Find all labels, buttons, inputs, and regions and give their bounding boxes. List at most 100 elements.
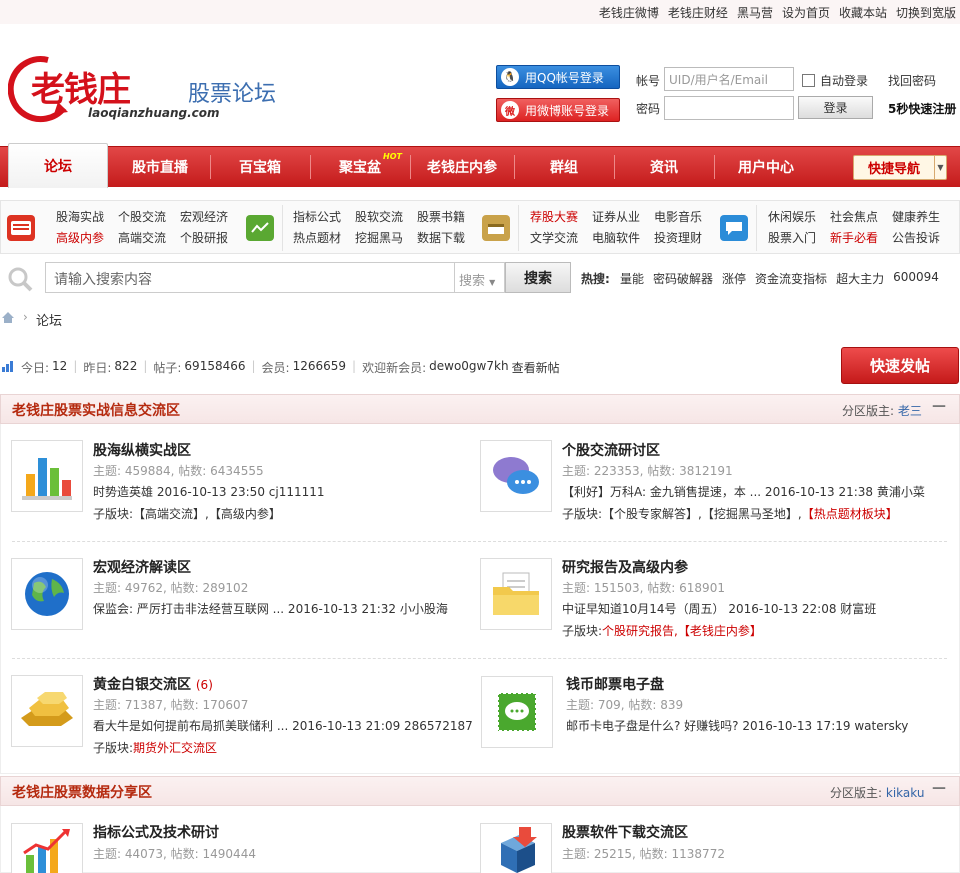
top-link-wide[interactable]: 切换到宽版 xyxy=(896,4,956,21)
sub-link[interactable]: 电脑软件 xyxy=(592,229,640,246)
sub-link[interactable]: 休闲娱乐 xyxy=(768,208,816,225)
forum-name[interactable]: 指标公式及技术研讨 xyxy=(93,825,219,841)
sub-link[interactable]: 新手必看 xyxy=(830,229,878,246)
sub-link[interactable]: 电影音乐 xyxy=(654,208,702,225)
moderator-link[interactable]: 老三 xyxy=(898,404,922,418)
find-password-link[interactable]: 找回密码 xyxy=(888,72,936,89)
forum-last-post[interactable]: 中证早知道10月14号（周五） 2016-10-13 22:08 财富班 xyxy=(562,600,876,617)
home-icon[interactable] xyxy=(1,311,15,324)
forum-last-post[interactable]: 保监会: 严厉打击非法经营互联网 ... 2016-10-13 21:32 小小… xyxy=(93,600,448,617)
view-new-posts-link[interactable]: 查看新帖 xyxy=(512,359,560,376)
nav-news[interactable]: 资讯 xyxy=(616,147,712,187)
quick-post-button[interactable]: 快速发帖 xyxy=(841,347,959,384)
login-button[interactable]: 登录 xyxy=(798,96,873,119)
sub-link[interactable]: 荐股大赛 xyxy=(530,208,578,225)
forum-last-post[interactable]: 时势造英雄 2016-10-13 23:50 cj111111 xyxy=(93,483,325,500)
sub-link[interactable]: 数据下载 xyxy=(417,229,465,246)
collapse-icon[interactable]: — xyxy=(932,399,946,415)
top-link-finance[interactable]: 老钱庄财经 xyxy=(668,4,728,21)
sub-link[interactable]: 社会焦点 xyxy=(830,208,878,225)
subforum-links[interactable]: 【个股专家解答】,【挖掘黑马圣地】, xyxy=(602,507,802,521)
forum-last-post[interactable]: 邮币卡电子盘是什么? 好赚钱吗? 2016-10-13 17:19 waters… xyxy=(566,717,908,734)
forum-name[interactable]: 研究报告及高级内参 xyxy=(562,560,688,576)
hot-search-link[interactable]: 600094 xyxy=(893,270,939,287)
hot-search-link[interactable]: 资金流变指标 xyxy=(755,270,827,287)
quick-nav-dropdown[interactable]: 快捷导航 ▼ xyxy=(853,155,947,180)
moderator-link[interactable]: kikaku xyxy=(886,786,925,800)
forum-name[interactable]: 黄金白银交流区 xyxy=(93,677,191,693)
nav-live[interactable]: 股市直播 xyxy=(112,147,208,187)
top-link-set-home[interactable]: 设为首页 xyxy=(782,4,830,21)
section-title[interactable]: 老钱庄股票实战信息交流区 xyxy=(12,400,180,420)
sub-link[interactable]: 证券从业 xyxy=(592,208,640,225)
sub-link[interactable]: 高级内参 xyxy=(56,229,104,246)
nav-insider[interactable]: 老钱庄内参 xyxy=(412,147,512,187)
hot-search-link[interactable]: 密码破解器 xyxy=(653,270,713,287)
new-member-link[interactable]: dewo0gw7kh xyxy=(429,359,508,376)
quick-register-link[interactable]: 5秒快速注册 xyxy=(888,100,956,117)
hot-search-link[interactable]: 量能 xyxy=(620,270,644,287)
rising-chart-icon[interactable] xyxy=(11,823,83,873)
forum-title[interactable]: 股海纵横实战区 xyxy=(93,440,191,460)
subforum-links[interactable]: 期货外汇交流区 xyxy=(133,741,217,755)
forum-name[interactable]: 股海纵横实战区 xyxy=(93,443,191,459)
top-link-heima[interactable]: 黑马营 xyxy=(737,4,773,21)
sub-link[interactable]: 股票入门 xyxy=(768,229,816,246)
subforum-links[interactable]: 【高端交流】,【高级内参】 xyxy=(133,507,281,521)
sub-link[interactable]: 指标公式 xyxy=(293,208,341,225)
forum-last-post[interactable]: 看大牛是如何提前布局抓美联储利 ... 2016-10-13 21:09 286… xyxy=(93,717,473,734)
logo-text[interactable]: 老钱庄 xyxy=(31,62,131,111)
search-button[interactable]: 搜索 xyxy=(505,262,571,293)
hot-search-link[interactable]: 超大主力 xyxy=(836,270,884,287)
hot-search-link[interactable]: 涨停 xyxy=(722,270,746,287)
forum-title[interactable]: 个股交流研讨区 xyxy=(562,440,660,460)
nav-user-center[interactable]: 用户中心 xyxy=(716,147,816,187)
forum-name[interactable]: 宏观经济解读区 xyxy=(93,560,191,576)
forum-title[interactable]: 钱币邮票电子盘 xyxy=(566,674,664,694)
top-link-bookmark[interactable]: 收藏本站 xyxy=(839,4,887,21)
forum-title[interactable]: 宏观经济解读区 xyxy=(93,557,191,577)
breadcrumb-forum[interactable]: 论坛 xyxy=(36,310,62,329)
sub-link[interactable]: 高端交流 xyxy=(118,229,166,246)
forum-name[interactable]: 钱币邮票电子盘 xyxy=(566,677,664,693)
bar-chart-icon[interactable] xyxy=(11,440,83,512)
forum-title[interactable]: 指标公式及技术研讨 xyxy=(93,822,219,842)
password-input[interactable] xyxy=(664,96,794,120)
forum-name[interactable]: 个股交流研讨区 xyxy=(562,443,660,459)
auto-login-checkbox[interactable]: 自动登录 xyxy=(802,72,868,89)
chat-bubbles-icon[interactable] xyxy=(480,440,552,512)
sub-link[interactable]: 热点题材 xyxy=(293,229,341,246)
gold-bars-icon[interactable] xyxy=(11,675,83,747)
search-input[interactable]: 请输入搜索内容 xyxy=(45,262,455,293)
forum-title[interactable]: 黄金白银交流区 (6) xyxy=(93,674,213,694)
section-title[interactable]: 老钱庄股票数据分享区 xyxy=(12,782,152,802)
sub-link[interactable]: 公告投诉 xyxy=(892,229,940,246)
sub-link[interactable]: 股软交流 xyxy=(355,208,403,225)
sub-link[interactable]: 投资理财 xyxy=(654,229,702,246)
sub-link[interactable]: 个股交流 xyxy=(118,208,166,225)
sub-link[interactable]: 挖掘黑马 xyxy=(355,229,403,246)
sub-link[interactable]: 股海实战 xyxy=(56,208,104,225)
forum-title[interactable]: 股票软件下载交流区 xyxy=(562,822,688,842)
top-link-weibo[interactable]: 老钱庄微博 xyxy=(599,4,659,21)
folder-icon[interactable] xyxy=(480,558,552,630)
sub-link[interactable]: 健康养生 xyxy=(892,208,940,225)
forum-last-post[interactable]: 【利好】万科A: 金九销售提速，本 ... 2016-10-13 21:38 黄… xyxy=(562,483,925,500)
search-type-select[interactable]: 搜索 ▼ xyxy=(455,262,505,293)
sub-link[interactable]: 股票书籍 xyxy=(417,208,465,225)
nav-forum[interactable]: 论坛 xyxy=(8,143,108,188)
software-box-icon[interactable] xyxy=(480,823,552,873)
collapse-icon[interactable]: — xyxy=(932,781,946,797)
sub-link[interactable]: 个股研报 xyxy=(180,229,228,246)
sub-link[interactable]: 文学交流 xyxy=(530,229,578,246)
forum-name[interactable]: 股票软件下载交流区 xyxy=(562,825,688,841)
sub-link[interactable]: 宏观经济 xyxy=(180,208,228,225)
subforum-links[interactable]: 个股研究报告,【老钱庄内参】 xyxy=(602,624,762,638)
weibo-login-button[interactable]: 微 用微博账号登录 xyxy=(496,98,620,122)
subforum-links[interactable]: 【热点题材板块】 xyxy=(802,507,898,521)
nav-groups[interactable]: 群组 xyxy=(516,147,612,187)
stamp-icon[interactable] xyxy=(481,676,553,748)
qq-login-button[interactable]: 🐧 用QQ帐号登录 xyxy=(496,65,620,89)
account-input[interactable]: UID/用户名/Email xyxy=(664,67,794,91)
globe-icon[interactable] xyxy=(11,558,83,630)
